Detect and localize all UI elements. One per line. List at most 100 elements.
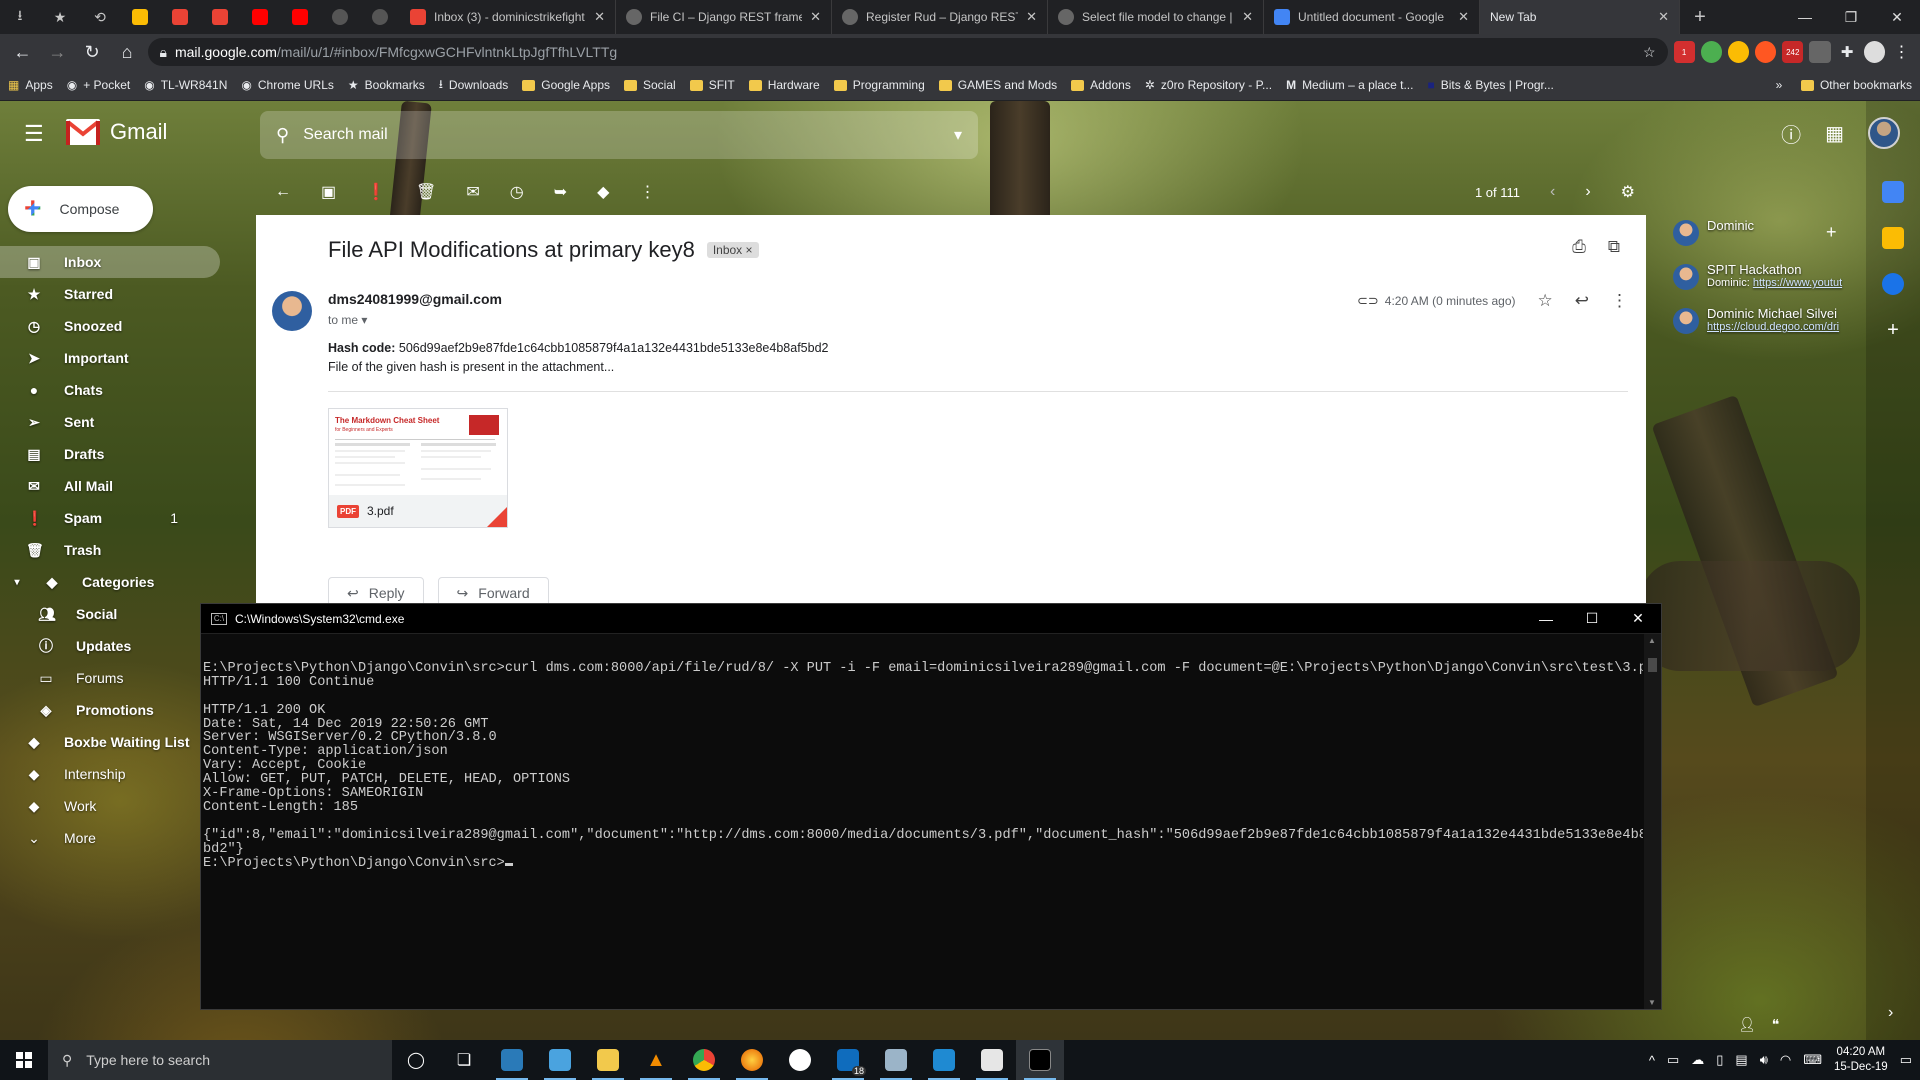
youtube-tab-icon[interactable] bbox=[240, 0, 280, 34]
back-icon[interactable]: ← bbox=[8, 37, 37, 67]
usb-icon[interactable]: ▯ bbox=[1716, 1052, 1723, 1068]
bookmark-downloads[interactable]: ⭳ Downloads bbox=[439, 75, 509, 96]
calendar-addon-icon[interactable] bbox=[1882, 181, 1904, 203]
sidebar-item-sent[interactable]: ➢ Sent bbox=[0, 406, 228, 438]
keep-tab-icon[interactable] bbox=[120, 0, 160, 34]
labels-icon[interactable]: ◆ bbox=[597, 182, 609, 202]
taskbar-search-input[interactable]: ⚲ Type here to search bbox=[48, 1040, 392, 1080]
tasks-addon-icon[interactable] bbox=[1882, 273, 1904, 295]
compose-button[interactable]: + Compose bbox=[8, 186, 153, 232]
sidebar-item-drafts[interactable]: ▤ Drafts bbox=[0, 438, 228, 470]
taskbar-app-outlook[interactable]: 18 bbox=[824, 1040, 872, 1080]
expand-side-panel-icon[interactable]: › bbox=[1888, 1004, 1893, 1022]
bookmark-social[interactable]: Social bbox=[624, 78, 676, 92]
taskbar-app-vscode[interactable] bbox=[920, 1040, 968, 1080]
back-to-inbox-icon[interactable]: ← bbox=[275, 183, 291, 201]
keyboard-icon[interactable]: ⌨ bbox=[1803, 1052, 1822, 1068]
sidebar-item-inbox[interactable]: ▣ Inbox bbox=[0, 246, 220, 278]
reload-icon[interactable]: ↻ bbox=[78, 37, 107, 67]
sidebar-item-work[interactable]: ◆ Work bbox=[0, 790, 228, 822]
remove-label-icon[interactable]: × bbox=[746, 243, 753, 257]
more-bookmarks-chevron-icon[interactable]: » bbox=[1776, 78, 1783, 92]
recipient-details[interactable]: to me ▾ bbox=[328, 313, 367, 327]
extension-icon-2[interactable] bbox=[1700, 41, 1722, 63]
get-addons-plus-icon[interactable]: + bbox=[1887, 319, 1899, 342]
sidebar-item-more[interactable]: ⌄ More bbox=[0, 822, 228, 854]
extension-icon-3[interactable] bbox=[1727, 41, 1750, 63]
contacts-person-icon[interactable]: 👤︎ bbox=[1738, 1016, 1756, 1033]
history-icon[interactable]: ⟲ bbox=[80, 0, 120, 34]
taskbar-app-xbox[interactable] bbox=[776, 1040, 824, 1080]
snooze-icon[interactable]: ◷ bbox=[510, 182, 524, 202]
taskbar-app-chrome[interactable] bbox=[680, 1040, 728, 1080]
bookmark-page-icon[interactable]: ☆ bbox=[1643, 44, 1656, 61]
gmail-tab-icon-2[interactable] bbox=[200, 0, 240, 34]
notifications-icon[interactable]: ▭ bbox=[1900, 1052, 1912, 1068]
display-icon[interactable]: ▭ bbox=[1667, 1052, 1679, 1068]
bookmark-programming[interactable]: Programming bbox=[833, 78, 925, 92]
minimize-icon[interactable]: — bbox=[1523, 604, 1569, 634]
scroll-up-icon[interactable]: ▲ bbox=[1648, 636, 1656, 645]
volume-icon[interactable]: 🔊︎ bbox=[1760, 1052, 1768, 1068]
bookmark-other[interactable]: » Other bookmarks bbox=[1776, 78, 1912, 92]
address-bar[interactable]: 🔒︎ mail.google.com/mail/u/1/#inbox/FMfcg… bbox=[147, 38, 1668, 66]
newer-icon[interactable]: ‹ bbox=[1550, 183, 1555, 201]
extension-icon-4[interactable] bbox=[1755, 41, 1777, 63]
close-icon[interactable]: ✕ bbox=[1026, 9, 1037, 25]
taskbar-app-firefox[interactable] bbox=[728, 1040, 776, 1080]
sidebar-item-all-mail[interactable]: ✉ All Mail bbox=[0, 470, 228, 502]
maximize-icon[interactable]: ☐ bbox=[1569, 604, 1615, 634]
sidebar-item-chats[interactable]: ● Chats bbox=[0, 374, 228, 406]
help-icon[interactable]: ⓘ bbox=[1781, 119, 1801, 148]
browser-menu-icon[interactable]: ⋮ bbox=[1891, 41, 1912, 63]
new-conversation-icon[interactable]: + bbox=[1826, 222, 1837, 243]
taskbar-clock[interactable]: 04:20 AM 15-Dec-19 bbox=[1834, 1045, 1888, 1075]
sidebar-item-trash[interactable]: 🗑︎ Trash bbox=[0, 534, 228, 566]
close-window-icon[interactable]: ✕ bbox=[1874, 0, 1920, 34]
sidebar-item-updates[interactable]: ⓘ Updates bbox=[0, 630, 228, 662]
close-icon[interactable]: ✕ bbox=[594, 9, 605, 25]
bookmark-hardware[interactable]: Hardware bbox=[748, 78, 820, 92]
report-spam-icon[interactable]: ❗ bbox=[366, 182, 386, 202]
globe-tab-icon[interactable] bbox=[320, 0, 360, 34]
search-icon[interactable]: ⚲ bbox=[276, 125, 289, 146]
sidebar-item-promotions[interactable]: ◈ Promotions bbox=[0, 694, 228, 726]
google-apps-icon[interactable]: ▦ bbox=[1825, 121, 1844, 146]
bookmark-addons[interactable]: Addons bbox=[1071, 78, 1131, 92]
cmd-scrollbar[interactable]: ▲ ▼ bbox=[1644, 634, 1661, 1009]
sidebar-item-categories[interactable]: ▾ ◆ Categories bbox=[0, 566, 228, 598]
close-icon[interactable]: ✕ bbox=[1458, 9, 1469, 25]
more-options-icon[interactable]: ⋮ bbox=[1611, 291, 1628, 311]
taskbar-app-notepad[interactable] bbox=[968, 1040, 1016, 1080]
minimize-icon[interactable]: — bbox=[1782, 0, 1828, 34]
more-actions-icon[interactable]: ⋮ bbox=[639, 182, 655, 202]
bookmark-google-apps[interactable]: Google Apps bbox=[522, 78, 610, 92]
sidebar-item-snoozed[interactable]: ◷ Snoozed bbox=[0, 310, 228, 342]
cortana-icon[interactable]: ◯ bbox=[392, 1040, 440, 1080]
inbox-label-chip[interactable]: Inbox × bbox=[706, 242, 759, 258]
sidebar-item-internship[interactable]: ◆ Internship bbox=[0, 758, 228, 790]
extensions-puzzle-icon[interactable]: ✚ bbox=[1837, 41, 1858, 63]
bookmark-z0ro[interactable]: ✲ z0ro Repository - P... bbox=[1145, 78, 1272, 92]
sidebar-item-starred[interactable]: ★ Starred bbox=[0, 278, 228, 310]
home-icon[interactable]: ⌂ bbox=[113, 37, 142, 67]
print-icon[interactable]: ⎙ bbox=[1572, 237, 1586, 257]
cmd-titlebar[interactable]: C:\ C:\Windows\System32\cmd.exe — ☐ ✕ bbox=[201, 604, 1661, 634]
reply-icon[interactable]: ↩ bbox=[1575, 291, 1589, 311]
bookmark-pocket[interactable]: ◉ + Pocket bbox=[67, 78, 131, 92]
scrollbar-thumb[interactable] bbox=[1648, 658, 1657, 672]
bookmark-bits-bytes[interactable]: ■ Bits & Bytes | Progr... bbox=[1427, 78, 1553, 92]
tab-register-rud[interactable]: Register Rud – Django REST ✕ bbox=[832, 0, 1048, 34]
contact-dominic-michael[interactable]: Dominic Michael Silvei https://cloud.deg… bbox=[1673, 306, 1873, 346]
camera-extension-icon[interactable] bbox=[1809, 41, 1831, 63]
extension-badge-icon[interactable]: 242 bbox=[1782, 41, 1804, 63]
tab-google-docs[interactable]: Untitled document - Google ✕ bbox=[1264, 0, 1480, 34]
taskbar-app-explorer-utility[interactable] bbox=[488, 1040, 536, 1080]
taskbar-app-utility[interactable] bbox=[872, 1040, 920, 1080]
tab-new-tab[interactable]: New Tab ✕ bbox=[1480, 0, 1680, 34]
main-menu-icon[interactable]: ☰ bbox=[24, 121, 44, 147]
details-caret-icon[interactable]: ▾ bbox=[361, 313, 367, 327]
cmd-window[interactable]: C:\ C:\Windows\System32\cmd.exe — ☐ ✕ E:… bbox=[200, 603, 1662, 1010]
sidebar-item-boxbe[interactable]: ◆ Boxbe Waiting List bbox=[0, 726, 228, 758]
profile-icon[interactable] bbox=[1863, 41, 1885, 63]
